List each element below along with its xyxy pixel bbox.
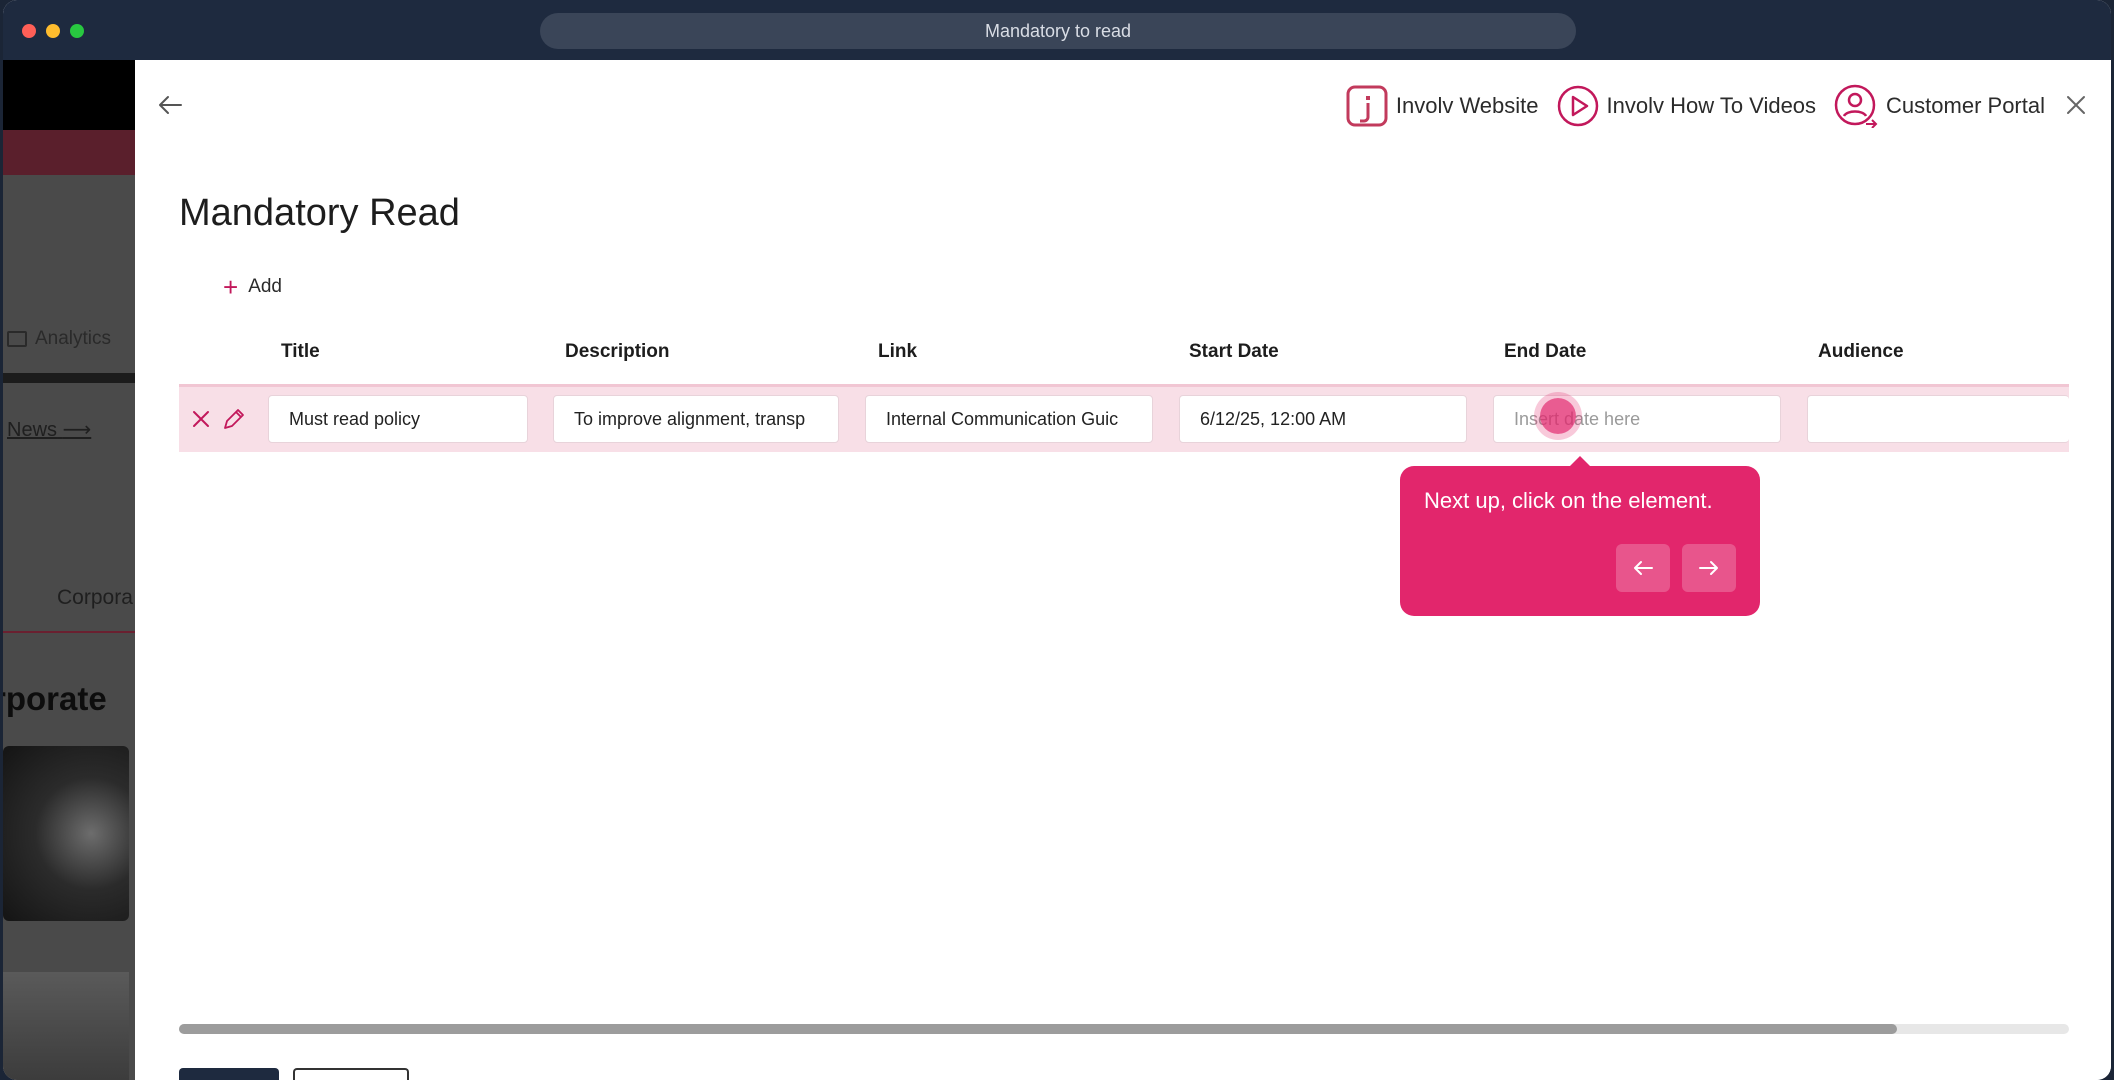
description-value: To improve alignment, transp xyxy=(574,408,806,429)
tooltip-message: Next up, click on the element. xyxy=(1424,488,1713,513)
edit-row-button[interactable] xyxy=(221,406,247,432)
title-field[interactable]: Must read policy xyxy=(268,395,528,443)
minimize-window-button[interactable] xyxy=(46,24,60,38)
involv-website-link[interactable]: Involv Website xyxy=(1346,85,1539,127)
secondary-action-button[interactable] xyxy=(293,1068,409,1080)
column-header-description: Description xyxy=(565,341,670,362)
horizontal-scrollbar[interactable] xyxy=(179,1024,2069,1034)
plus-icon: + xyxy=(223,272,239,302)
customer-portal-link[interactable]: Customer Portal xyxy=(1834,84,2045,128)
background-news-link: News ⟶ xyxy=(7,419,92,441)
column-header-end-date: End Date xyxy=(1504,341,1587,362)
background-analytics-item: Analytics xyxy=(7,328,111,350)
link-field[interactable]: Internal Communication Guic xyxy=(865,395,1153,443)
close-icon xyxy=(193,411,209,427)
maximize-window-button[interactable] xyxy=(70,24,84,38)
link-value: Internal Communication Guic xyxy=(886,408,1119,429)
background-image-person xyxy=(3,972,129,1080)
pencil-icon xyxy=(224,409,244,429)
click-highlight-indicator xyxy=(1540,398,1576,434)
background-corporate-tab: Corpora xyxy=(57,586,133,609)
add-button[interactable]: + Add xyxy=(223,272,282,302)
add-label: Add xyxy=(248,276,282,297)
back-button[interactable] xyxy=(155,90,185,120)
background-corporate-heading: rporate xyxy=(3,680,107,717)
involv-how-to-videos-link[interactable]: Involv How To Videos xyxy=(1557,85,1817,127)
background-topbar xyxy=(3,60,135,130)
page-title: Mandatory Read xyxy=(179,192,460,234)
involv-website-label: Involv Website xyxy=(1395,93,1539,118)
cancel-edit-button[interactable] xyxy=(189,407,213,431)
analytics-label: Analytics xyxy=(35,328,112,349)
description-field[interactable]: To improve alignment, transp xyxy=(553,395,839,443)
background-image-face xyxy=(3,746,129,921)
arrow-right-icon: ⟶ xyxy=(62,419,92,441)
audience-field[interactable] xyxy=(1807,395,2069,443)
table-row: Must read policy To improve alignment, t… xyxy=(179,384,2069,452)
title-value: Must read policy xyxy=(289,408,421,429)
address-bar[interactable]: Mandatory to read xyxy=(540,13,1576,49)
column-header-start-date: Start Date xyxy=(1189,341,1279,362)
end-date-field[interactable]: Insert date here xyxy=(1493,395,1781,443)
involv-how-to-videos-label: Involv How To Videos xyxy=(1606,93,1817,118)
tooltip-next-button[interactable] xyxy=(1682,544,1736,592)
background-tab-underline xyxy=(3,631,135,633)
column-header-title: Title xyxy=(281,341,320,362)
end-date-placeholder: Insert date here xyxy=(1514,408,1641,429)
arrow-right-icon xyxy=(1699,561,1718,575)
primary-action-button[interactable] xyxy=(179,1068,279,1080)
close-panel-button[interactable] xyxy=(2063,92,2089,118)
tooltip-previous-button[interactable] xyxy=(1616,544,1670,592)
scrollbar-thumb[interactable] xyxy=(179,1024,1897,1034)
background-app: Analytics News ⟶ Corpora rporate xyxy=(3,60,135,1080)
start-date-field[interactable]: 6/12/25, 12:00 AM xyxy=(1179,395,1467,443)
play-circle-icon xyxy=(1557,85,1598,127)
mandatory-read-panel: Involv Website Involv How To Videos Cust… xyxy=(135,60,2111,1080)
involv-logo-icon xyxy=(1346,85,1388,127)
arrow-left-icon xyxy=(159,96,182,114)
background-red-band xyxy=(3,130,135,175)
browser-window: Mandatory to read Analytics News ⟶ Corpo… xyxy=(3,0,2111,1080)
close-icon xyxy=(2067,96,2085,114)
start-date-value: 6/12/25, 12:00 AM xyxy=(1200,408,1347,429)
column-header-link: Link xyxy=(878,341,918,362)
customer-portal-label: Customer Portal xyxy=(1886,93,2045,118)
arrow-left-icon xyxy=(1634,561,1653,575)
analytics-icon xyxy=(7,331,27,347)
header-links: Involv Website Involv How To Videos Cust… xyxy=(1346,84,2045,128)
close-window-button[interactable] xyxy=(22,24,36,38)
background-divider xyxy=(3,373,135,383)
user-circle-icon xyxy=(1834,84,1878,128)
title-bar: Mandatory to read xyxy=(3,0,2111,60)
column-header-audience: Audience xyxy=(1818,341,1904,362)
guide-tooltip: Next up, click on the element. xyxy=(1400,456,1760,616)
